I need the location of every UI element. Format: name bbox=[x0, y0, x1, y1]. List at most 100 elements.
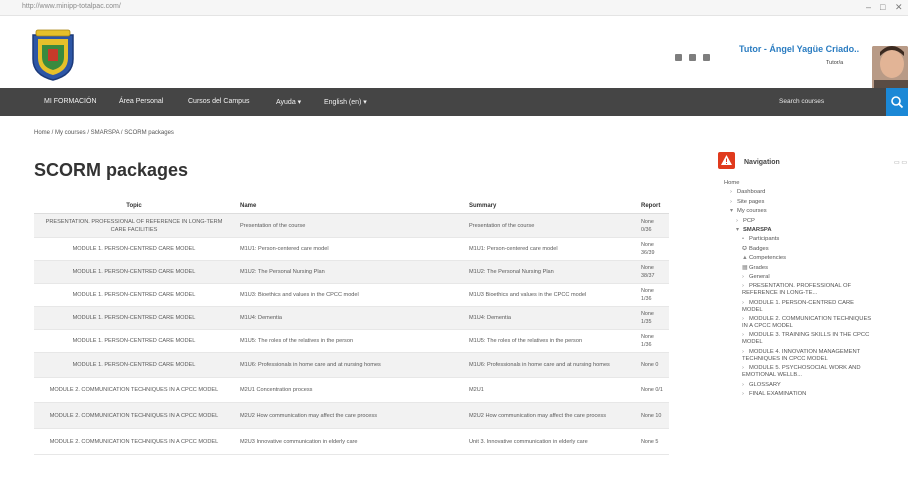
message-icon[interactable] bbox=[689, 54, 696, 61]
nav-node-competencies[interactable]: ▲Competencies bbox=[724, 255, 908, 262]
nav-node-label[interactable]: GLOSSARY bbox=[749, 382, 781, 388]
nav-node-participants[interactable]: • Participants bbox=[724, 236, 908, 243]
user-menu-name[interactable]: Tutor - Ángel Yagüe Criado.. bbox=[739, 44, 859, 54]
url-text[interactable]: http://www.minipp-totalpac.com/ bbox=[22, 3, 121, 10]
nav-node-section[interactable]: › MODULE 3. TRAINING SKILLS IN THE CPCC M… bbox=[724, 332, 874, 346]
report-link[interactable]: None 0/1 bbox=[635, 377, 669, 403]
nav-node-section[interactable]: › MODULE 2. COMMUNICATION TECHNIQUES IN A… bbox=[724, 316, 874, 330]
report-link[interactable]: None 0/36 bbox=[635, 213, 669, 238]
nav-node-label[interactable]: Participants bbox=[749, 236, 779, 242]
chevron-right-icon: › bbox=[742, 391, 744, 398]
search-button[interactable] bbox=[886, 88, 908, 116]
nav-node-label[interactable]: SMARSPA bbox=[743, 227, 772, 233]
nav-mi-formacion[interactable]: MI FORMACIÓN bbox=[44, 98, 97, 105]
table-row: MODULE 1. PERSON-CENTRED CARE MODEL M1U1… bbox=[34, 237, 669, 261]
scorm-link[interactable]: Presentation of the course bbox=[234, 213, 463, 238]
page-title: SCORM packages bbox=[34, 160, 189, 180]
close-icon[interactable]: ✕ bbox=[895, 2, 903, 13]
nav-node-label[interactable]: MODULE 2. COMMUNICATION TECHNIQUES IN A … bbox=[742, 316, 871, 329]
maximize-icon[interactable]: □ bbox=[880, 2, 885, 12]
scorm-link[interactable]: M1U4: Dementia bbox=[234, 306, 463, 330]
scorm-link[interactable]: M2U3 Innovative communication in elderly… bbox=[234, 428, 463, 455]
scorm-link[interactable]: M1U1: Person-centered care model bbox=[234, 237, 463, 261]
col-header-topic: Topic bbox=[34, 198, 234, 214]
nav-node-label[interactable]: General bbox=[749, 274, 770, 280]
scorm-link[interactable]: M1U6: Professionals in home care and at … bbox=[234, 352, 463, 378]
nav-node-my-courses[interactable]: ▾ My courses bbox=[724, 208, 908, 215]
nav-node-label[interactable]: FINAL EXAMINATION bbox=[749, 391, 806, 397]
table-row: MODULE 1. PERSON-CENTRED CARE MODEL M1U3… bbox=[34, 283, 669, 307]
nav-node-glossary[interactable]: › GLOSSARY bbox=[724, 382, 908, 389]
summary-cell: M1U4: Dementia bbox=[463, 306, 635, 330]
topic-cell: MODULE 2. COMMUNICATION TECHNIQUES IN A … bbox=[34, 402, 234, 429]
nav-node-section[interactable]: › MODULE 4. INNOVATION MANAGEMENT TECHNIQ… bbox=[724, 349, 874, 363]
nav-node-home[interactable]: Home bbox=[724, 180, 908, 187]
coat-of-arms-icon[interactable] bbox=[30, 29, 76, 81]
topic-cell: PRESENTATION. PROFESSIONAL OF REFERENCE … bbox=[34, 213, 234, 238]
nav-node-label[interactable]: Competencies bbox=[749, 255, 786, 261]
report-link[interactable]: None 5 bbox=[635, 428, 669, 455]
report-link[interactable]: None 1/36 bbox=[635, 329, 669, 353]
col-header-name: Name bbox=[234, 198, 463, 214]
scorm-link[interactable]: M2U2 How communication may affect the ca… bbox=[234, 402, 463, 429]
nav-node-label[interactable]: Badges bbox=[749, 246, 769, 252]
scorm-link[interactable]: M1U5: The roles of the relatives in the … bbox=[234, 329, 463, 353]
summary-cell: M1U1: Person-centered care model bbox=[463, 237, 635, 261]
users-icon: • bbox=[742, 236, 745, 243]
minimize-icon[interactable]: – bbox=[866, 2, 871, 12]
nav-node-pcp[interactable]: › PCP bbox=[724, 218, 908, 225]
nav-node-label[interactable]: Home bbox=[724, 180, 739, 186]
nav-node-label[interactable]: PRESENTATION. PROFESSIONAL OF REFERENCE … bbox=[742, 283, 851, 296]
scorm-link[interactable]: M1U2: The Personal Nursing Plan bbox=[234, 260, 463, 284]
summary-cell: Presentation of the course bbox=[463, 213, 635, 238]
summary-cell: M1U3 Bioethics and values in the CPCC mo… bbox=[463, 283, 635, 307]
nav-node-grades[interactable]: ▦ Grades bbox=[724, 265, 908, 272]
nav-node-badges[interactable]: ✪ Badges bbox=[724, 246, 908, 253]
badge-icon: ✪ bbox=[742, 245, 747, 252]
nav-cursos-campus[interactable]: Cursos del Campus bbox=[188, 98, 249, 105]
nav-area-personal[interactable]: Área Personal bbox=[119, 98, 163, 105]
grid-icon[interactable] bbox=[675, 54, 682, 61]
navigation-title: Navigation bbox=[744, 159, 780, 166]
avatar[interactable] bbox=[872, 46, 908, 92]
report-link[interactable]: None 1/36 bbox=[635, 283, 669, 307]
report-link[interactable]: None 1/35 bbox=[635, 306, 669, 330]
nav-node-label[interactable]: MODULE 5. PSYCHOSOCIAL WORK AND EMOTIONA… bbox=[742, 365, 861, 378]
nav-node-label[interactable]: PCP bbox=[743, 218, 755, 224]
search-input[interactable]: Search courses bbox=[779, 98, 824, 105]
nav-node-section[interactable]: › MODULE 5. PSYCHOSOCIAL WORK AND EMOTION… bbox=[724, 365, 874, 379]
nav-node-general[interactable]: › General bbox=[724, 274, 908, 281]
report-link[interactable]: None 10 bbox=[635, 402, 669, 429]
scorm-link[interactable]: M1U3: Bioethics and values in the CPCC m… bbox=[234, 283, 463, 307]
topic-cell: MODULE 1. PERSON-CENTRED CARE MODEL bbox=[34, 352, 234, 378]
nav-ayuda[interactable]: Ayuda ▾ bbox=[276, 98, 301, 106]
nav-node-label[interactable]: Grades bbox=[749, 265, 768, 271]
nav-node-section[interactable]: › MODULE 1. PERSON-CENTRED CARE MODEL bbox=[724, 300, 874, 314]
table-row: MODULE 1. PERSON-CENTRED CARE MODEL M1U4… bbox=[34, 306, 669, 330]
nav-language[interactable]: English (en) ▾ bbox=[324, 98, 367, 106]
nav-node-label[interactable]: My courses bbox=[737, 208, 767, 214]
nav-node-final-exam[interactable]: › FINAL EXAMINATION bbox=[724, 391, 908, 398]
nav-node-section[interactable]: › PRESENTATION. PROFESSIONAL OF REFERENCE… bbox=[724, 283, 874, 297]
nav-node-label[interactable]: MODULE 4. INNOVATION MANAGEMENT TECHNIQU… bbox=[742, 349, 860, 362]
nav-node-label[interactable]: MODULE 1. PERSON-CENTRED CARE MODEL bbox=[742, 300, 854, 313]
browser-url-bar[interactable]: http://www.minipp-totalpac.com/ – □ ✕ bbox=[0, 0, 908, 16]
chevron-right-icon: › bbox=[742, 299, 744, 306]
nav-node-dashboard[interactable]: › Dashboard bbox=[724, 189, 908, 196]
table-row: MODULE 1. PERSON-CENTRED CARE MODEL M1U2… bbox=[34, 260, 669, 284]
topic-cell: MODULE 1. PERSON-CENTRED CARE MODEL bbox=[34, 306, 234, 330]
bell-icon[interactable] bbox=[703, 54, 710, 61]
report-link[interactable]: None 36/39 bbox=[635, 237, 669, 261]
report-link[interactable]: None 38/37 bbox=[635, 260, 669, 284]
nav-node-label[interactable]: Dashboard bbox=[737, 189, 765, 195]
user-role: Tutor/a bbox=[826, 60, 844, 66]
report-link[interactable]: None 0 bbox=[635, 352, 669, 378]
breadcrumb[interactable]: Home / My courses / SMARSPA / SCORM pack… bbox=[34, 130, 174, 136]
nav-node-label[interactable]: MODULE 3. TRAINING SKILLS IN THE CPCC MO… bbox=[742, 332, 869, 345]
nav-node-site-pages[interactable]: › Site pages bbox=[724, 199, 908, 206]
nav-node-label[interactable]: Site pages bbox=[737, 199, 764, 205]
header-icons bbox=[675, 54, 710, 61]
block-actions-icon[interactable]: ▭ ▭ bbox=[894, 159, 907, 166]
scorm-link[interactable]: M2U1 Concentration process bbox=[234, 377, 463, 403]
nav-node-smarspa[interactable]: ▾ SMARSPA bbox=[724, 227, 908, 234]
